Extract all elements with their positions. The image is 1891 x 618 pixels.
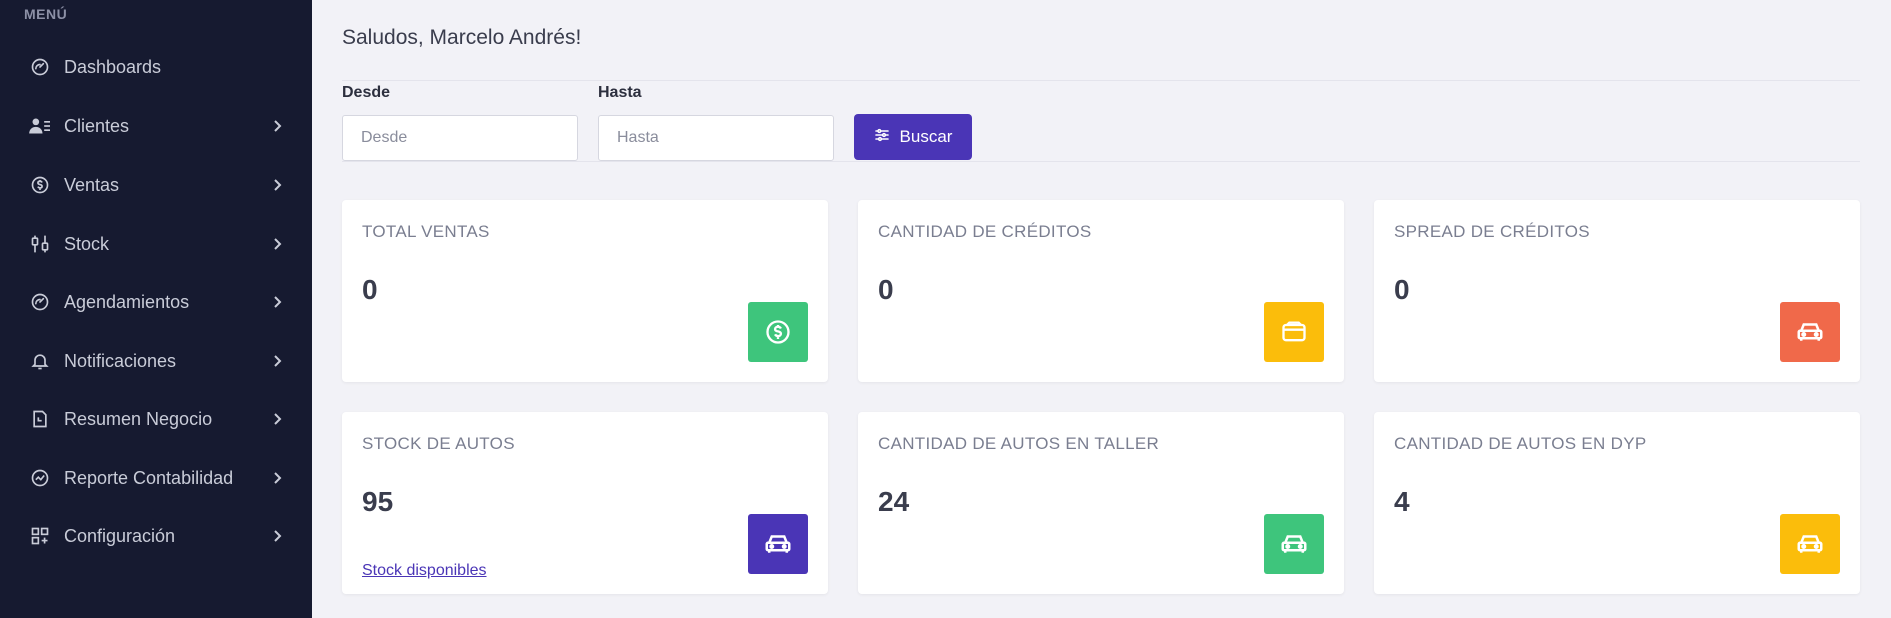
chevron-right-icon	[271, 354, 285, 368]
chevron-right-icon	[271, 529, 285, 543]
sidebar-item-label: Agendamientos	[64, 291, 190, 312]
sidebar-item-clientes[interactable]: Clientes	[0, 101, 312, 151]
card-title: CANTIDAD DE CRÉDITOS	[878, 222, 1092, 241]
sidebar-item-ventas[interactable]: Ventas	[0, 160, 312, 210]
main-content: Saludos, Marcelo Andrés! Desde Hasta Bus…	[312, 0, 1891, 618]
sidebar: MENÚ Dashboards Clientes Ventas Stock Ag…	[0, 0, 312, 618]
chevron-right-icon	[271, 295, 285, 309]
card-autos-dyp: CANTIDAD DE AUTOS EN DYP 4	[1374, 412, 1860, 594]
car-icon	[748, 514, 808, 574]
card-value: 24	[878, 486, 910, 517]
user-list-icon	[29, 115, 51, 137]
card-value: 0	[362, 274, 378, 305]
stock-disponibles-link[interactable]: Stock disponibles	[362, 562, 487, 580]
dollar-circle-icon	[748, 302, 808, 362]
card-value: 95	[362, 486, 394, 517]
card-stock-autos: STOCK DE AUTOS 95 Stock disponibles	[342, 412, 828, 594]
divider	[342, 80, 1860, 81]
buscar-button[interactable]: Buscar	[854, 114, 972, 160]
card-title: CANTIDAD DE AUTOS EN TALLER	[878, 434, 1160, 453]
gauge-icon	[29, 291, 51, 313]
desde-input[interactable]	[342, 115, 578, 161]
card-autos-taller: CANTIDAD DE AUTOS EN TALLER 24	[858, 412, 1344, 594]
sidebar-item-notificaciones[interactable]: Notificaciones	[0, 336, 312, 386]
wallet-icon	[1264, 302, 1324, 362]
hasta-label: Hasta	[598, 84, 642, 101]
card-value: 4	[1394, 486, 1410, 517]
car-icon	[1780, 514, 1840, 574]
chevron-right-icon	[271, 412, 285, 426]
chart-circle-icon	[29, 467, 51, 489]
card-value: 0	[878, 274, 894, 305]
sidebar-item-agendamientos[interactable]: Agendamientos	[0, 277, 312, 327]
sidebar-item-label: Resumen Negocio	[64, 408, 213, 429]
bell-icon	[29, 350, 51, 372]
sidebar-item-label: Stock	[64, 233, 110, 254]
card-title: CANTIDAD DE AUTOS EN DYP	[1394, 434, 1647, 453]
card-title: SPREAD DE CRÉDITOS	[1394, 222, 1590, 241]
sidebar-item-label: Configuración	[64, 525, 176, 546]
grid-plus-icon	[29, 525, 51, 547]
chevron-right-icon	[271, 471, 285, 485]
sidebar-item-label: Reporte Contabilidad	[64, 467, 234, 488]
card-title: STOCK DE AUTOS	[362, 434, 515, 453]
card-total-ventas: TOTAL VENTAS 0	[342, 200, 828, 382]
sidebar-item-configuracion[interactable]: Configuración	[0, 511, 312, 561]
chevron-right-icon	[271, 237, 285, 251]
card-cantidad-creditos: CANTIDAD DE CRÉDITOS 0	[858, 200, 1344, 382]
sidebar-item-resumen-negocio[interactable]: Resumen Negocio	[0, 394, 312, 444]
filter-sliders-icon	[874, 127, 890, 148]
card-value: 0	[1394, 274, 1410, 305]
hasta-input[interactable]	[598, 115, 834, 161]
car-icon	[1780, 302, 1840, 362]
sliders-icon	[29, 233, 51, 255]
sidebar-item-label: Dashboards	[64, 56, 162, 77]
sidebar-item-label: Ventas	[64, 174, 120, 195]
card-title: TOTAL VENTAS	[362, 222, 490, 241]
chevron-right-icon	[271, 178, 285, 192]
sidebar-item-reporte-contabilidad[interactable]: Reporte Contabilidad	[0, 453, 312, 503]
sidebar-item-dashboards[interactable]: Dashboards	[0, 42, 312, 92]
sidebar-item-label: Notificaciones	[64, 350, 177, 371]
sidebar-item-stock[interactable]: Stock	[0, 219, 312, 269]
dollar-cycle-icon	[29, 174, 51, 196]
divider	[342, 161, 1860, 162]
greeting-title: Saludos, Marcelo Andrés!	[342, 26, 582, 49]
document-icon	[29, 408, 51, 430]
gauge-icon	[29, 56, 51, 78]
chevron-right-icon	[271, 119, 285, 133]
sidebar-item-label: Clientes	[64, 115, 130, 136]
car-icon	[1264, 514, 1324, 574]
desde-label: Desde	[342, 84, 391, 101]
card-spread-creditos: SPREAD DE CRÉDITOS 0	[1374, 200, 1860, 382]
buscar-label: Buscar	[899, 127, 953, 146]
menu-heading: MENÚ	[24, 6, 68, 22]
